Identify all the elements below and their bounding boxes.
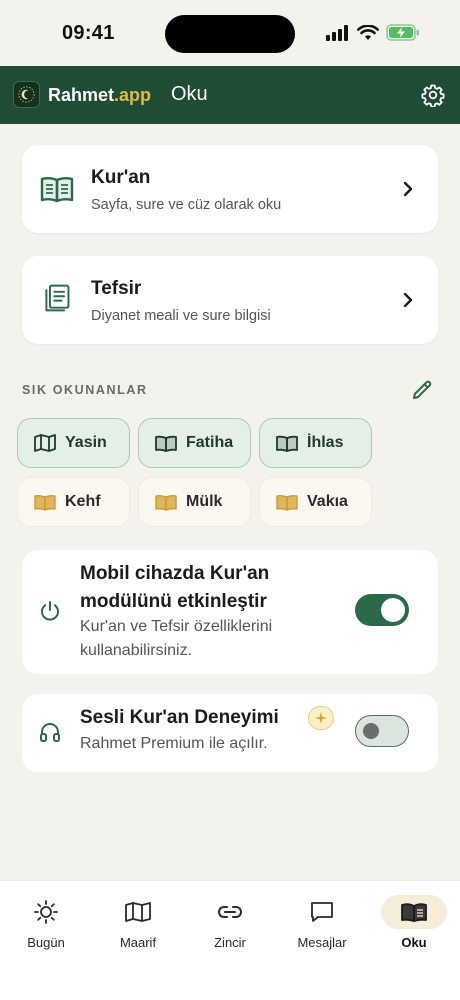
- chip-ihlas[interactable]: İhlas: [259, 418, 372, 468]
- tab-zincir[interactable]: Zincir: [190, 895, 270, 950]
- link-icon: [218, 906, 242, 918]
- audio-quran-desc: Rahmet Premium ile açılır.: [80, 735, 268, 752]
- tafsir-card[interactable]: Tefsir Diyanet meali ve sure bilgisi: [22, 256, 438, 344]
- quran-module-card: Mobil cihazda Kur'an modülünü etkinleşti…: [22, 550, 438, 674]
- chip-yasin[interactable]: Yasin: [17, 418, 130, 468]
- tab-icon: [282, 895, 362, 929]
- chip-label: Vakıa: [307, 493, 348, 510]
- tab-icon: [190, 895, 270, 929]
- chip-fatiha[interactable]: Fatiha: [138, 418, 251, 468]
- quran-module-desc-line1: Kur'an ve Tefsir özelliklerini: [80, 618, 273, 635]
- tab-icon: [381, 895, 447, 929]
- document-lines-icon: [45, 284, 70, 312]
- page-title: Oku: [171, 83, 208, 105]
- headphones-icon: [40, 723, 60, 742]
- tab-icon: [98, 895, 178, 929]
- toggle-knob: [381, 598, 405, 622]
- tafsir-card-subtitle: Diyanet meali ve sure bilgisi: [91, 308, 271, 324]
- toggle-knob: [363, 723, 379, 739]
- audio-quran-card: Sesli Kur'an Deneyimi Rahmet Premium ile…: [22, 694, 438, 772]
- book-open-icon: [276, 494, 298, 511]
- chip-mulk[interactable]: Mülk: [138, 477, 251, 527]
- quran-card[interactable]: Kur'an Sayfa, sure ve cüz olarak oku: [22, 145, 438, 233]
- premium-badge: [308, 706, 334, 730]
- audio-quran-toggle[interactable]: [355, 715, 409, 747]
- tafsir-card-title: Tefsir: [91, 278, 142, 299]
- tab-label: Bugün: [27, 935, 65, 950]
- book-open-icon: [40, 177, 74, 203]
- sparkle-icon: [315, 712, 327, 724]
- book-open-icon: [401, 903, 427, 922]
- tab-icon: [6, 895, 86, 929]
- pencil-icon: [413, 380, 432, 399]
- chip-label: Kehf: [65, 493, 101, 510]
- crescent-logo-icon: [18, 86, 35, 103]
- status-time: 09:41: [62, 22, 115, 44]
- book-open-icon: [276, 435, 298, 452]
- chip-kehf[interactable]: Kehf: [17, 477, 130, 527]
- quran-card-title: Kur'an: [91, 167, 151, 188]
- app-logo: [13, 81, 40, 108]
- brand-main: Rahmet: [48, 85, 115, 105]
- app-header: Rahmet.app Oku: [0, 66, 460, 124]
- bottom-nav: Bugün Maarif Zincir Mesajlar Oku: [0, 880, 460, 1000]
- chip-label: Mülk: [186, 493, 223, 510]
- tab-bugun[interactable]: Bugün: [6, 895, 86, 950]
- book-map-icon: [125, 902, 151, 922]
- chip-label: İhlas: [307, 434, 344, 451]
- chip-label: Fatiha: [186, 434, 234, 451]
- book-open-icon: [155, 435, 177, 452]
- frequent-section-label: SIK OKUNANLAR: [22, 383, 148, 397]
- brand-accent: .app: [114, 85, 152, 105]
- book-open-icon: [155, 494, 177, 511]
- audio-quran-title: Sesli Kur'an Deneyimi: [80, 707, 279, 728]
- power-icon: [41, 601, 59, 621]
- status-icons: [326, 24, 420, 41]
- battery-charging-icon: [386, 24, 419, 41]
- brand-name: Rahmet.app: [48, 85, 151, 106]
- edit-frequent-button[interactable]: [410, 378, 434, 402]
- book-open-icon: [34, 494, 56, 511]
- settings-button[interactable]: [420, 82, 446, 108]
- wifi-icon: [357, 24, 379, 40]
- chevron-right-icon: [403, 181, 413, 197]
- chip-label: Yasin: [65, 434, 107, 451]
- chevron-right-icon: [403, 292, 413, 308]
- gear-icon: [421, 84, 445, 107]
- tab-label: Zincir: [214, 935, 246, 950]
- tab-mesajlar[interactable]: Mesajlar: [282, 895, 362, 950]
- tab-label: Oku: [401, 935, 427, 950]
- signal-icon: [326, 24, 348, 41]
- tab-label: Mesajlar: [297, 935, 347, 950]
- tab-maarif[interactable]: Maarif: [98, 895, 178, 950]
- quran-card-subtitle: Sayfa, sure ve cüz olarak oku: [91, 197, 282, 213]
- tab-label: Maarif: [119, 935, 157, 950]
- chip-vakia[interactable]: Vakıa: [259, 477, 372, 527]
- quran-module-desc-line2: kullanabilirsiniz.: [80, 642, 193, 659]
- quran-module-title-line1: Mobil cihazda Kur'an: [80, 563, 270, 584]
- chat-bubble-icon: [311, 902, 333, 922]
- quran-module-title-line2: modülünü etkinleştir: [80, 591, 267, 612]
- sun-icon: [34, 900, 58, 924]
- dynamic-island: [165, 15, 295, 53]
- status-bar: 09:41: [0, 0, 460, 66]
- tab-oku[interactable]: Oku: [374, 895, 454, 950]
- quran-module-toggle[interactable]: [355, 594, 409, 626]
- book-map-icon: [34, 434, 56, 452]
